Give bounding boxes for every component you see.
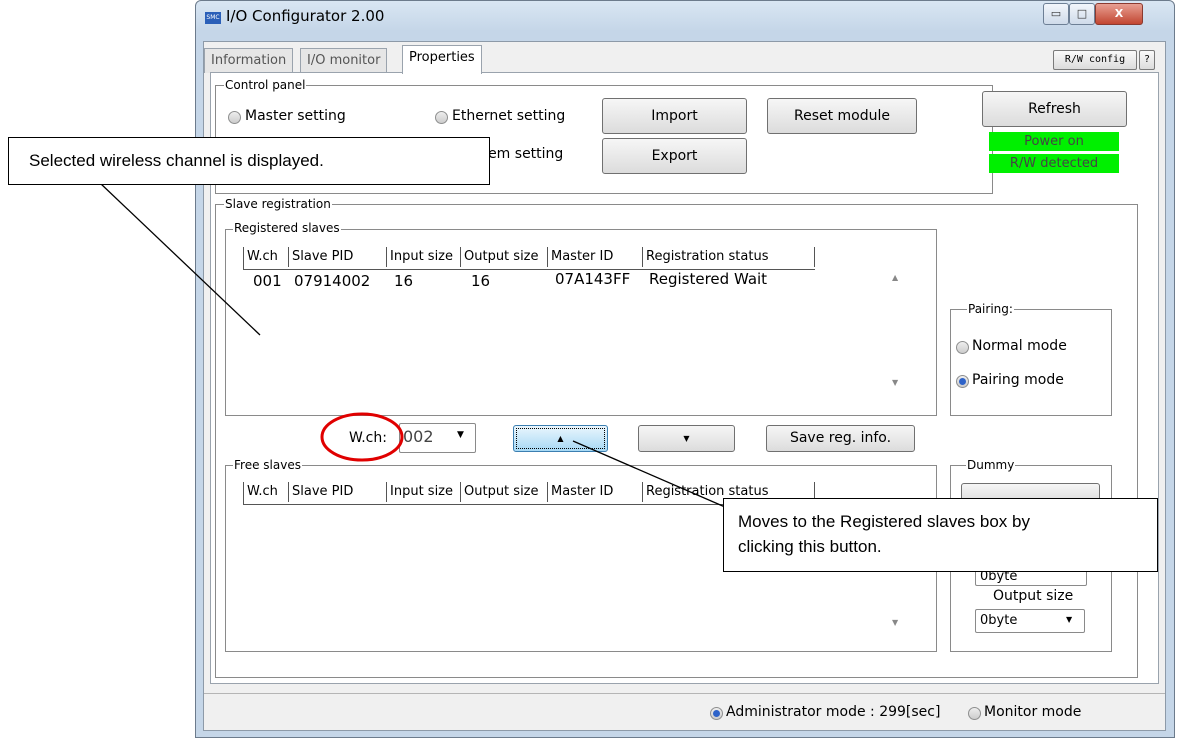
- callout-line-move: [572, 440, 726, 508]
- move-callout-line-2: clicking this button.: [738, 537, 882, 556]
- highlight-circle: [320, 412, 404, 462]
- annotation-overlay: [99, 182, 726, 508]
- move-callout: Moves to the Registered slaves box by cl…: [723, 498, 1158, 572]
- callout-line-channel: [99, 182, 261, 336]
- move-callout-line-1: Moves to the Registered slaves box by: [738, 512, 1030, 531]
- channel-callout: Selected wireless channel is displayed.: [8, 137, 490, 185]
